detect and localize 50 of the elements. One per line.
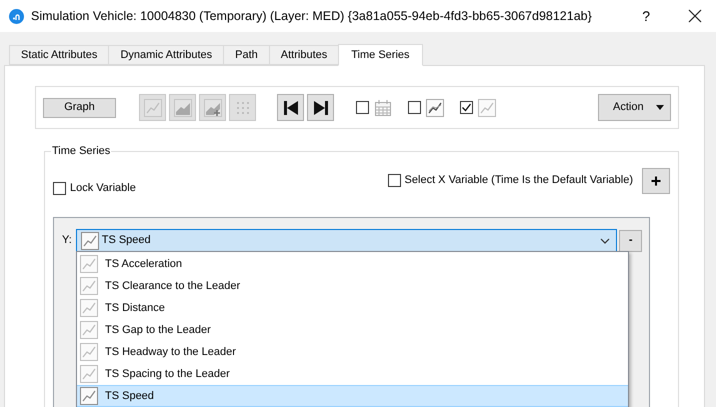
- dropdown-option[interactable]: TS Spacing to the Leader: [77, 363, 628, 385]
- dropdown-value: TS Speed: [102, 233, 151, 248]
- help-button[interactable]: ?: [636, 6, 656, 26]
- line-chart-icon: [426, 98, 444, 116]
- tab[interactable]: Attributes: [268, 45, 338, 65]
- checkbox-label: Lock Variable: [70, 181, 136, 196]
- add-button[interactable]: +: [642, 168, 670, 194]
- skip-end-icon: [312, 100, 328, 116]
- checkbox[interactable]: [53, 182, 66, 195]
- dropdown-option[interactable]: TS Distance: [77, 297, 628, 319]
- calendar-icon: [374, 98, 392, 116]
- checkbox[interactable]: [408, 101, 421, 114]
- line-chart-icon: [144, 98, 162, 116]
- line-chart-icon: [80, 277, 98, 295]
- line-chart-icon: [80, 365, 98, 383]
- dropdown-option[interactable]: TS Acceleration: [77, 253, 628, 275]
- area-chart-icon: [174, 98, 192, 116]
- checkbox[interactable]: [388, 174, 401, 187]
- checkbox-label: Select X Variable (Time Is the Default Variable): [404, 173, 633, 188]
- dot-grid-icon: [234, 100, 250, 116]
- dropdown-field[interactable]: TS Speed: [76, 229, 618, 252]
- action-button[interactable]: Action: [598, 94, 671, 121]
- line-chart-icon: [80, 343, 98, 361]
- line-chart-icon: [478, 98, 496, 116]
- skip-start-icon: [282, 100, 298, 116]
- tab[interactable]: Static Attributes: [9, 45, 108, 65]
- line-chart-icon: [80, 299, 98, 317]
- line-chart-icon: [80, 387, 98, 405]
- close-icon[interactable]: [686, 7, 704, 25]
- line-chart-icon: [80, 255, 98, 273]
- dropdown-option[interactable]: TS Speed: [77, 385, 628, 407]
- dropdown-option[interactable]: TS Gap to the Leader: [77, 319, 628, 341]
- y-axis-label: Y:: [62, 233, 73, 248]
- tab[interactable]: Time Series: [338, 44, 423, 66]
- dropdown-option[interactable]: TS Headway to the Leader: [77, 341, 628, 363]
- line-chart-icon: [80, 321, 98, 339]
- toolbar-button[interactable]: [277, 94, 304, 121]
- tab[interactable]: Dynamic Attributes: [108, 45, 224, 65]
- dropdown-option[interactable]: TS Clearance to the Leader: [77, 275, 628, 297]
- dropdown-arrow-icon: [656, 105, 664, 110]
- toolbar-button[interactable]: [307, 94, 334, 121]
- graph-button[interactable]: Graph: [43, 98, 116, 118]
- checkbox[interactable]: [356, 101, 369, 114]
- remove-button[interactable]: -: [619, 230, 642, 252]
- app-logo-icon: [9, 8, 24, 24]
- checkbox[interactable]: [460, 101, 473, 114]
- tab[interactable]: Path: [223, 45, 269, 65]
- add-chart-icon: [204, 98, 222, 116]
- chevron-down-icon: [600, 238, 610, 244]
- window-title: Simulation Vehicle: 10004830 (Temporary) (Layer: MED) {3a81a055-94eb-4fd3-bb65-3067d98121ab}: [31, 8, 592, 25]
